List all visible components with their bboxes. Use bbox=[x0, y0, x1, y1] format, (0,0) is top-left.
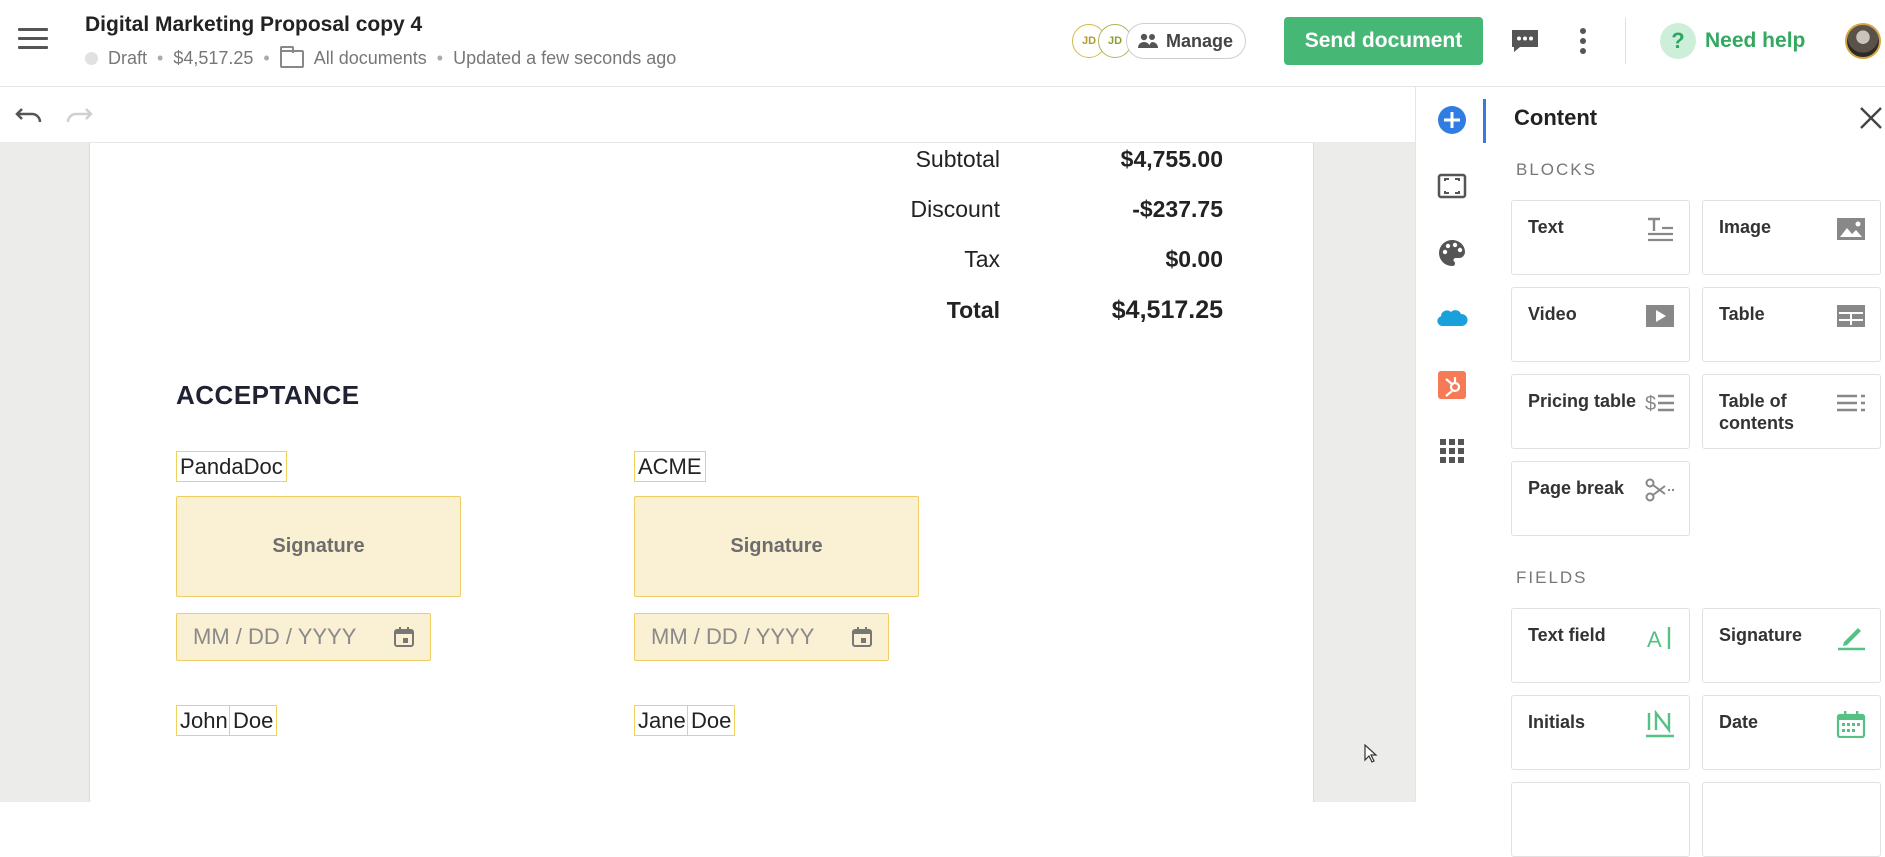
people-icon bbox=[1138, 33, 1158, 48]
block-table[interactable]: Table bbox=[1702, 287, 1881, 362]
side-rail bbox=[1415, 87, 1486, 802]
block-text[interactable]: Text bbox=[1511, 200, 1690, 275]
manage-label: Manage bbox=[1166, 30, 1234, 51]
document-title[interactable]: Digital Marketing Proposal copy 4 bbox=[85, 13, 422, 37]
close-icon[interactable] bbox=[1858, 105, 1884, 131]
block-pricing-table[interactable]: Pricing table $ bbox=[1511, 374, 1690, 449]
send-document-button[interactable]: Send document bbox=[1284, 17, 1483, 65]
calendar-icon bbox=[394, 627, 414, 647]
date-field-right[interactable]: MM / DD / YYYY bbox=[634, 613, 889, 661]
acceptance-heading: ACCEPTANCE bbox=[176, 380, 360, 410]
apps-grid-icon[interactable] bbox=[1436, 435, 1468, 467]
pricing-table-icon: $ bbox=[1645, 393, 1674, 415]
help-icon: ? bbox=[1660, 23, 1696, 59]
editor-toolbar bbox=[0, 87, 1415, 143]
total-row: Total bbox=[946, 297, 1000, 323]
panel-title: Content bbox=[1514, 105, 1598, 130]
summary-row: Tax bbox=[964, 246, 1000, 272]
initials-icon bbox=[1646, 710, 1674, 738]
svg-text:A: A bbox=[1647, 627, 1662, 651]
mouse-cursor-icon bbox=[1364, 744, 1378, 763]
signature-field-right[interactable]: Signature bbox=[634, 496, 919, 597]
hubspot-icon[interactable] bbox=[1436, 369, 1468, 401]
block-video[interactable]: Video bbox=[1511, 287, 1690, 362]
company-field-left[interactable]: PandaDoc bbox=[176, 451, 287, 482]
toc-icon bbox=[1837, 394, 1865, 412]
last-name-field-right[interactable]: Doe bbox=[687, 705, 736, 736]
last-name-field-left[interactable]: Doe bbox=[229, 705, 278, 736]
calendar-icon bbox=[1836, 711, 1866, 738]
summary-row: Discount bbox=[910, 196, 1000, 222]
blocks-heading: BLOCKS bbox=[1516, 160, 1597, 179]
palette-icon[interactable] bbox=[1436, 237, 1468, 269]
first-name-field-left[interactable]: John bbox=[176, 705, 232, 736]
status-dot-icon bbox=[85, 52, 98, 65]
summary-value: $0.00 bbox=[1165, 246, 1223, 272]
field-more[interactable] bbox=[1702, 782, 1881, 857]
document-properties-icon[interactable] bbox=[1436, 170, 1468, 202]
document-amount: $4,517.25 bbox=[173, 48, 254, 68]
content-panel: Content BLOCKS Text Image Video Table Pr… bbox=[1486, 87, 1885, 857]
block-page-break[interactable]: Page break bbox=[1511, 461, 1690, 536]
signature-field-left[interactable]: Signature bbox=[176, 496, 461, 597]
top-bar: Digital Marketing Proposal copy 4 Draft … bbox=[0, 0, 1885, 87]
pen-icon bbox=[1838, 628, 1865, 651]
manage-button[interactable]: Manage bbox=[1126, 23, 1247, 59]
add-content-icon[interactable] bbox=[1436, 104, 1468, 136]
scissors-icon bbox=[1645, 478, 1674, 502]
document-meta: Draft • $4,517.25 • All documents • Upda… bbox=[85, 45, 677, 69]
need-help-label: Need help bbox=[1705, 29, 1806, 52]
total-value: $4,517.25 bbox=[1111, 296, 1223, 324]
table-block-icon bbox=[1837, 305, 1865, 327]
updated-label: Updated a few seconds ago bbox=[453, 48, 677, 68]
menu-icon[interactable] bbox=[18, 28, 48, 52]
company-field-right[interactable]: ACME bbox=[634, 451, 706, 482]
summary-row: Subtotal bbox=[915, 146, 1000, 172]
folder-icon bbox=[279, 45, 304, 68]
text-field-icon: A bbox=[1647, 627, 1671, 651]
image-block-icon bbox=[1837, 218, 1865, 240]
document-canvas: Subtotal $4,755.00 Discount -$237.75 Tax… bbox=[0, 143, 1415, 802]
field-more[interactable] bbox=[1511, 782, 1690, 857]
date-placeholder: MM / DD / YYYY bbox=[651, 624, 815, 649]
status-label: Draft bbox=[108, 48, 148, 68]
need-help-button[interactable]: ? Need help bbox=[1660, 23, 1805, 59]
recipients-group: JD JD Manage bbox=[1072, 23, 1247, 59]
user-avatar[interactable] bbox=[1845, 23, 1881, 59]
chat-icon[interactable] bbox=[1510, 28, 1540, 54]
date-field-left[interactable]: MM / DD / YYYY bbox=[176, 613, 431, 661]
svg-text:$: $ bbox=[1645, 393, 1656, 415]
field-initials[interactable]: Initials bbox=[1511, 695, 1690, 770]
fields-heading: FIELDS bbox=[1516, 568, 1588, 587]
date-placeholder: MM / DD / YYYY bbox=[193, 624, 357, 649]
calendar-icon bbox=[852, 627, 872, 647]
folder-link[interactable]: All documents bbox=[314, 48, 427, 69]
block-table-of-contents[interactable]: Table of contents bbox=[1702, 374, 1881, 449]
summary-value: -$237.75 bbox=[1132, 196, 1223, 222]
first-name-field-right[interactable]: Jane bbox=[634, 705, 690, 736]
text-block-icon bbox=[1648, 217, 1673, 242]
redo-icon[interactable] bbox=[64, 103, 94, 127]
document-page: Subtotal $4,755.00 Discount -$237.75 Tax… bbox=[89, 143, 1314, 802]
block-image[interactable]: Image bbox=[1702, 200, 1881, 275]
field-date[interactable]: Date bbox=[1702, 695, 1881, 770]
undo-icon[interactable] bbox=[14, 103, 44, 127]
video-block-icon bbox=[1646, 305, 1674, 327]
summary-value: $4,755.00 bbox=[1120, 146, 1223, 172]
more-options-icon[interactable] bbox=[1578, 28, 1588, 58]
salesforce-icon[interactable] bbox=[1436, 303, 1468, 335]
field-signature[interactable]: Signature bbox=[1702, 608, 1881, 683]
field-text-field[interactable]: Text field A bbox=[1511, 608, 1690, 683]
